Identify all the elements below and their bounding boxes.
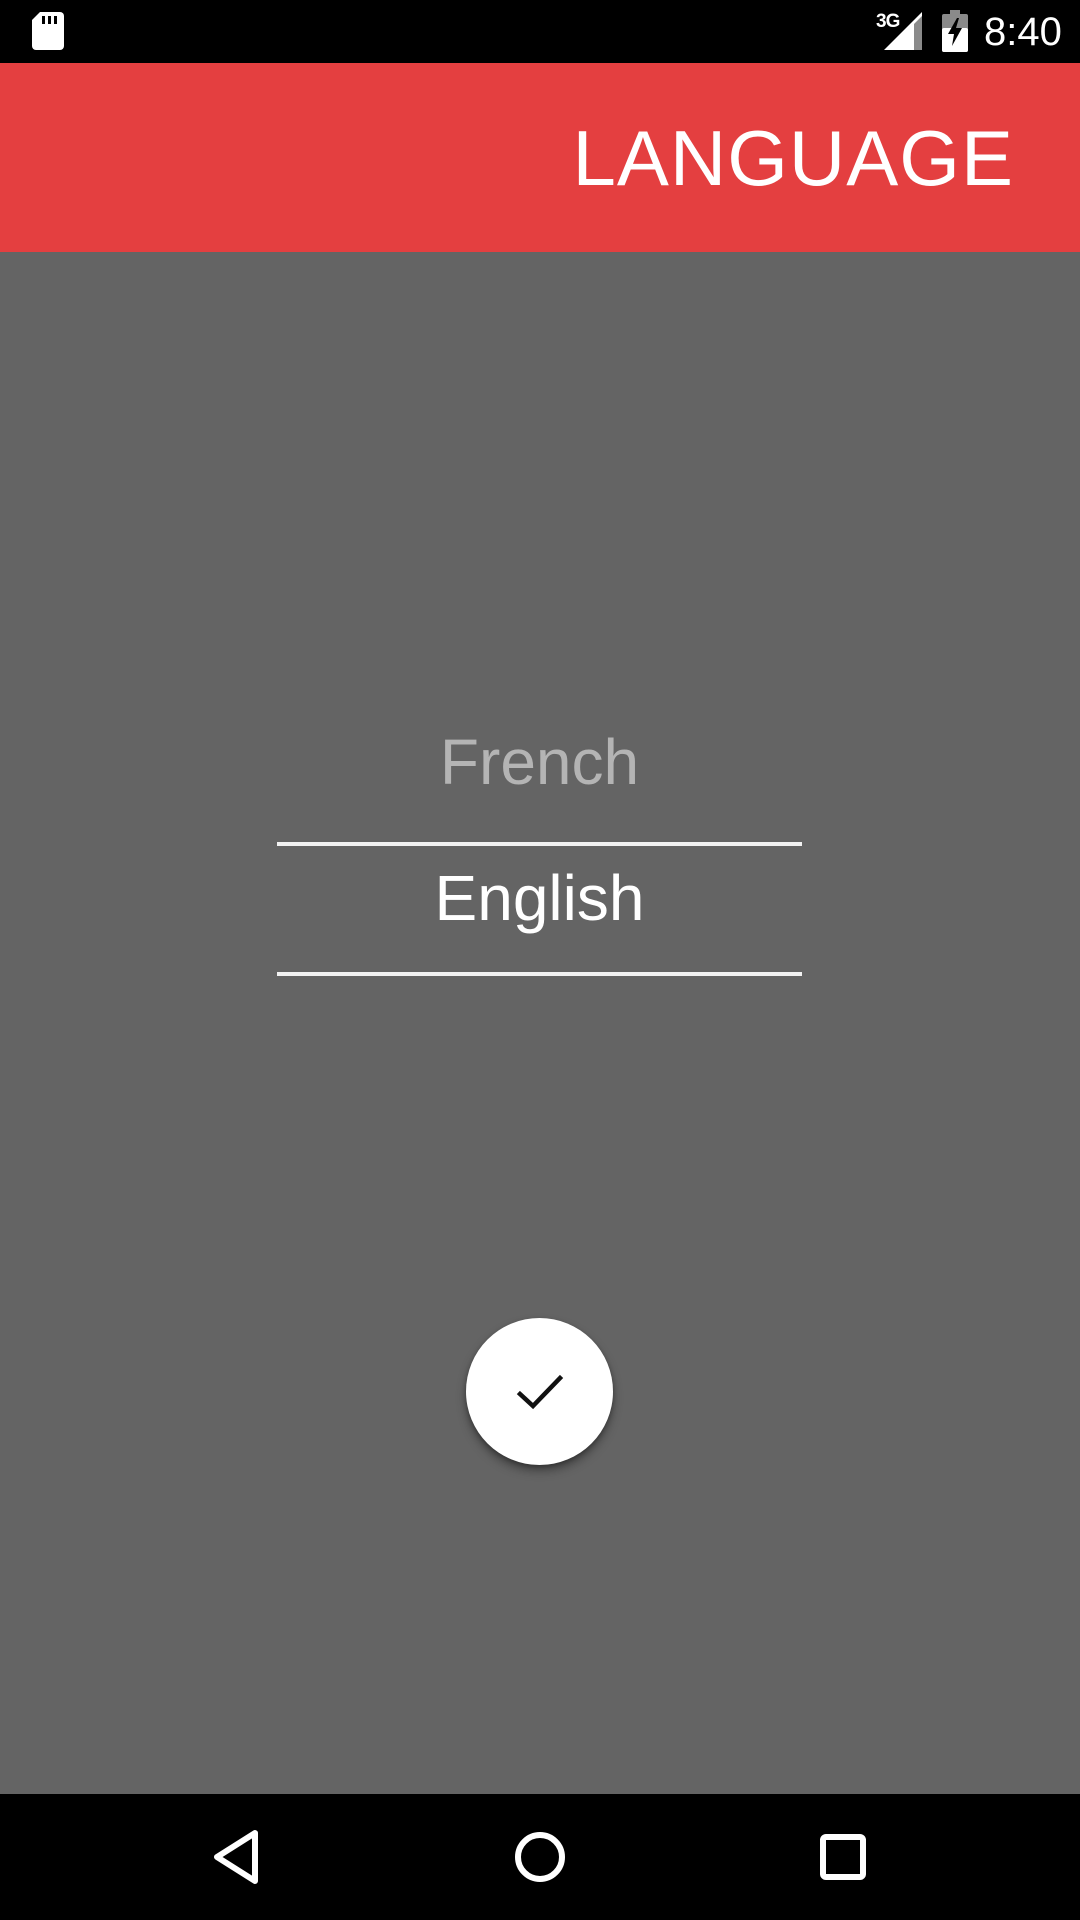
confirm-button[interactable]: [466, 1318, 613, 1465]
status-clock: 8:40: [984, 10, 1062, 54]
picker-option-french[interactable]: French: [277, 722, 802, 802]
home-button[interactable]: [503, 1820, 577, 1894]
page-title: LANGUAGE: [572, 114, 1014, 202]
picker-divider-bottom: [277, 972, 802, 976]
signal-icon: [884, 12, 922, 50]
check-icon: [516, 1374, 563, 1409]
recents-square-icon: [820, 1834, 866, 1880]
status-bar: 3G 8:40: [0, 0, 1080, 63]
back-button[interactable]: [200, 1820, 274, 1894]
app-bar: LANGUAGE: [0, 63, 1080, 252]
picker-option-english[interactable]: English: [277, 858, 802, 938]
picker-divider-top: [277, 842, 802, 846]
home-circle-icon: [515, 1832, 565, 1882]
back-triangle-icon: [214, 1830, 258, 1884]
sd-card-icon: [32, 12, 64, 50]
recents-button[interactable]: [806, 1820, 880, 1894]
battery-charging-icon: [942, 10, 968, 52]
language-picker[interactable]: French English: [277, 722, 802, 1022]
navigation-bar: [0, 1794, 1080, 1920]
screen: 3G 8:40 LANGUAGE French English: [0, 0, 1080, 1920]
main-content: French English: [0, 252, 1080, 1794]
